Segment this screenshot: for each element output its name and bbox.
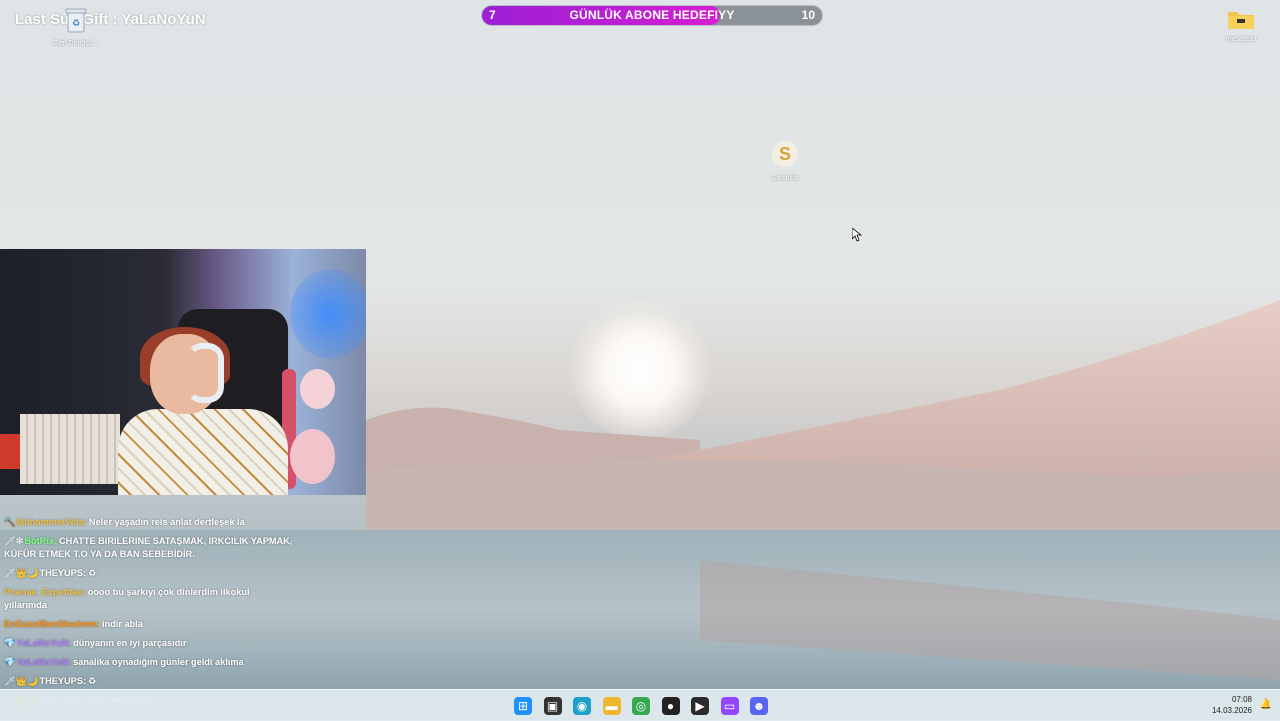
chat-message: 🗡❇BotRix: CHATTE BIRILERINE SATAŞMAK, IRK…	[4, 535, 294, 561]
chat-overlay: 🔨MuhammetVefa: Neler yaşadın reis anlat d…	[4, 516, 294, 713]
chat-username: Poenae_Expetitae:	[4, 587, 86, 597]
chat-message: 🗡👑🌙THEYUPS: ♻	[4, 567, 294, 580]
twitch-icon[interactable]: ▭	[720, 697, 739, 715]
chat-user-badges: 🔨	[4, 517, 16, 527]
goal-title: GÜNLÜK ABONE HEDEFIYY	[569, 8, 735, 22]
chat-username: BotRix:	[24, 536, 58, 546]
desktop-icon-folder[interactable]: masaüstü	[1211, 8, 1271, 44]
webcam-radiator	[20, 414, 120, 484]
chat-username: YaLaNoYuN:	[16, 657, 72, 667]
webcam-overlay	[0, 249, 366, 495]
chat-user-badges: 💎	[4, 638, 16, 648]
file-explorer-icon[interactable]: ▬	[602, 697, 621, 715]
chat-user-badges: 🗡👑🌙	[4, 568, 39, 578]
chat-message: 🔨MuhammetVefa: Neler yaşadın reis anlat d…	[4, 516, 294, 529]
chat-user-badges: 🗡❇	[4, 536, 24, 546]
chat-username: THEYUPS:	[39, 676, 87, 686]
notification-bell-icon[interactable]: 🔔	[1260, 699, 1272, 710]
taskbar-clock[interactable]: 07:08 14.03.2026	[1212, 694, 1252, 716]
chat-user-badges: 💎	[4, 657, 16, 667]
svg-text:S: S	[779, 144, 791, 164]
chat-username: THEYUPS:	[39, 568, 87, 578]
chat-message: Poenae_Expetitae: oooo bu şarkıyı çok din…	[4, 586, 294, 612]
desktop-icon-sanalika[interactable]: S Sanalika	[755, 139, 815, 183]
recycle-bin-icon: ♻	[65, 8, 87, 33]
obs-icon[interactable]: ●	[661, 697, 680, 715]
chat-message: EnGuzelBenSkerimm: indir abla	[4, 618, 294, 631]
chat-username: YaLaNoYuN:	[16, 638, 72, 648]
mouse-cursor-icon	[852, 228, 862, 242]
taskbar: ⊞ ▣ ◉ ▬ ◎ ● ▶ ▭ ☻ 07:08 14.03.2026 🔔	[0, 689, 1280, 721]
chat-text: ♻	[88, 568, 97, 578]
chat-user-badges: 🗡👑🌙	[4, 676, 39, 686]
task-view-icon[interactable]: ▣	[543, 697, 562, 715]
chat-username: MuhammetVefa:	[16, 517, 87, 527]
chat-message: 💎YaLaNoYuN: dünyanın en iyi parçasıdır	[4, 637, 294, 650]
chat-text: indir abla	[101, 619, 143, 629]
sanalika-label: Sanalika	[771, 175, 799, 182]
chat-message: 💎YaLaNoYuN: sanalika oynadığım günler gel…	[4, 656, 294, 669]
edge-icon[interactable]: ◉	[573, 697, 591, 715]
chrome-icon[interactable]: ◎	[632, 697, 650, 715]
goal-current: 7	[489, 8, 496, 22]
chat-text: ♻	[88, 676, 97, 686]
chat-username: EnGuzelBenSkerimm:	[4, 619, 100, 629]
last-sub-gift-label: Last Sub Gift : YaLaNoYuN	[15, 11, 206, 28]
start-icon[interactable]: ⊞	[514, 697, 532, 715]
clock-date: 14.03.2026	[1211, 706, 1252, 715]
webcam-plush-toy	[290, 429, 335, 484]
webcam-cup	[0, 434, 20, 469]
subscriber-goal-bar: GÜNLÜK ABONE HEDEFIYY 7 10	[481, 5, 823, 26]
webcam-blue-light	[290, 269, 366, 359]
sanalika-icon: S	[772, 141, 798, 167]
chat-text: dünyanın en iyi parçasıdır	[73, 638, 187, 648]
discord-icon[interactable]: ☻	[750, 697, 768, 715]
chat-text: sanalika oynadığım günler geldi aklıma	[73, 657, 244, 667]
webcam-headset	[186, 343, 224, 403]
chat-text: Neler yaşadın reis anlat dertleşek la	[88, 517, 245, 527]
goal-target: 10	[801, 8, 815, 22]
webcam-streamer-body	[118, 409, 288, 495]
webcam-plush-toy	[300, 369, 335, 409]
recycle-bin-label: Geri Dönüşü...	[53, 40, 99, 47]
clock-time: 07:08	[1231, 695, 1252, 704]
chat-message: 🗡👑🌙THEYUPS: ♻	[4, 675, 294, 688]
desktop-icon-recycle-bin[interactable]: ♻ Geri Dönüşü...	[46, 6, 106, 48]
svg-text:♻: ♻	[72, 18, 80, 28]
folder-icon	[1228, 12, 1254, 29]
nvidia-icon[interactable]: ▶	[691, 697, 709, 715]
folder-label: masaüstü	[1225, 36, 1257, 43]
